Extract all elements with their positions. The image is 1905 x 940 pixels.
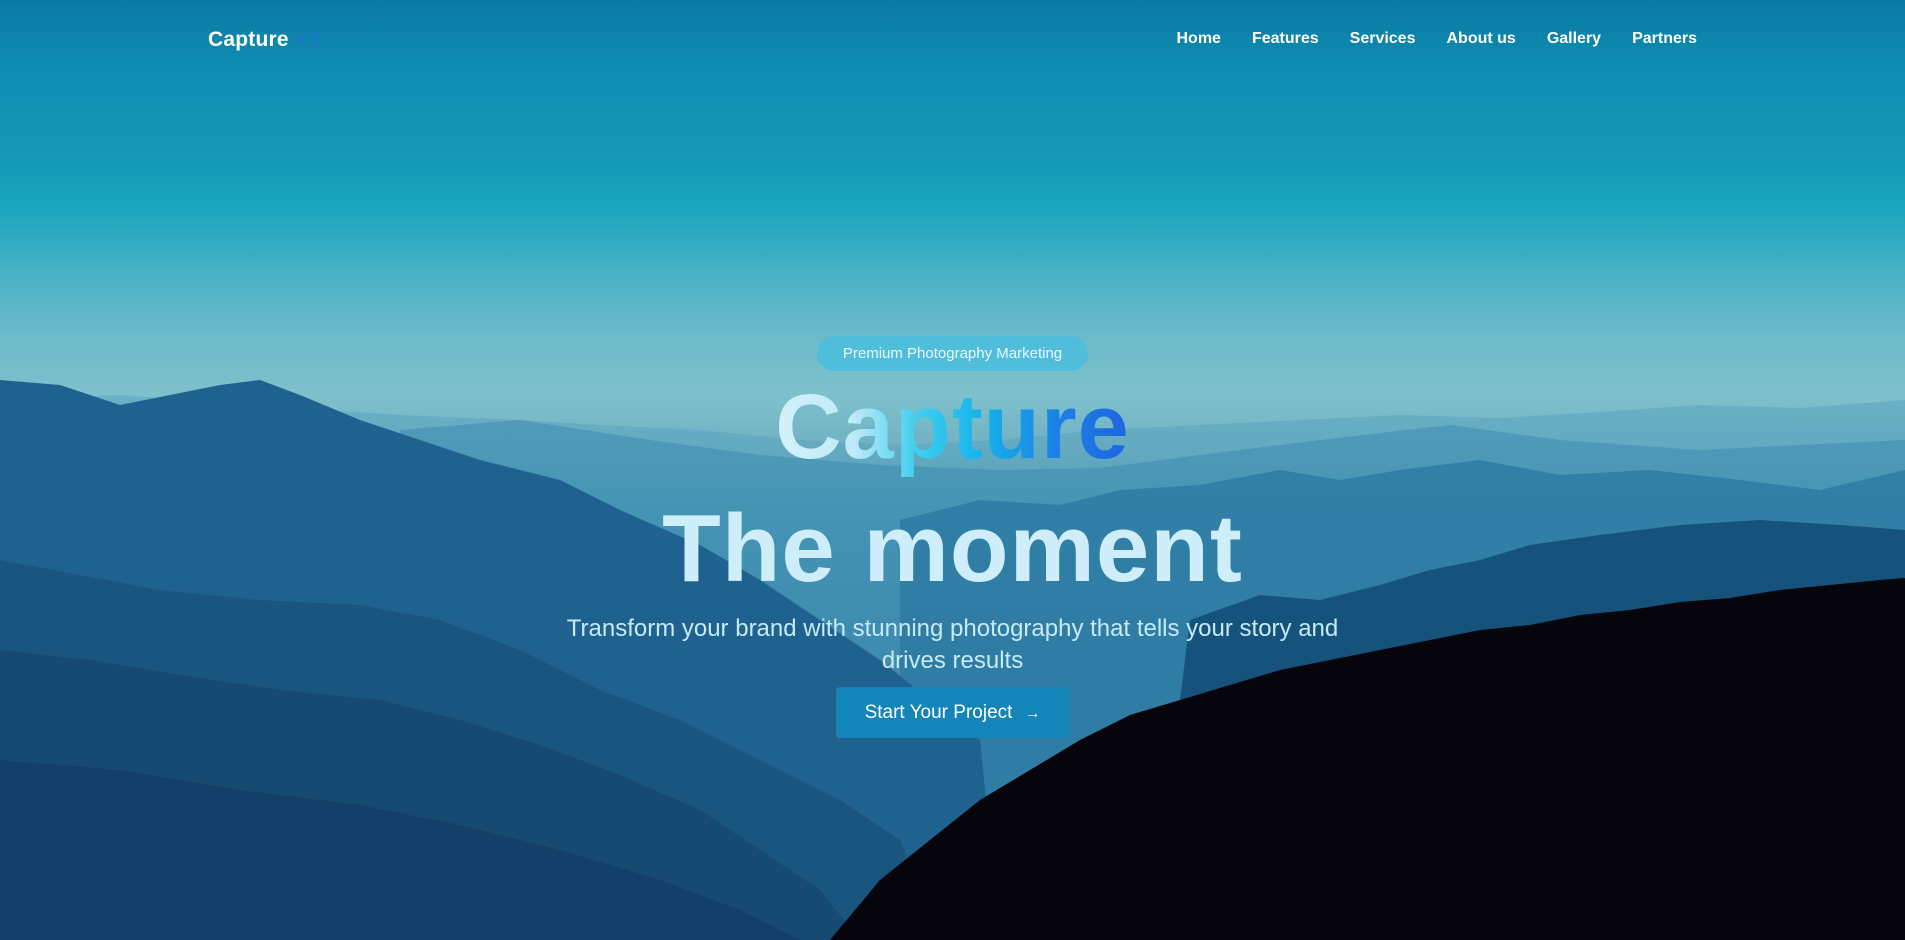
- nav-link-about-us[interactable]: About us: [1446, 30, 1515, 48]
- nav-link-services[interactable]: Services: [1350, 30, 1416, 48]
- nav-link-features[interactable]: Features: [1252, 30, 1319, 48]
- hero-badge: Premium Photography Marketing: [817, 336, 1088, 371]
- landing-page: Capture <3 Home Features Services About u…: [0, 0, 1905, 940]
- start-project-label: Start Your Project: [864, 702, 1013, 723]
- hero-title-primary: Capture: [0, 372, 1905, 482]
- arrow-right-icon: →: [1024, 705, 1041, 722]
- start-project-button[interactable]: Start Your Project →: [836, 687, 1069, 738]
- nav-link-partners[interactable]: Partners: [1632, 30, 1697, 48]
- nav-link-gallery[interactable]: Gallery: [1547, 30, 1601, 48]
- nav-links: Home Features Services About us Gallery …: [1176, 30, 1697, 48]
- hero-subtitle: Transform your brand with stunning photo…: [566, 615, 1339, 674]
- hero-title-secondary: The moment: [662, 495, 1243, 602]
- brand-heart-mark: <3: [294, 28, 320, 51]
- hero-title-capture: Capture: [775, 376, 1130, 478]
- nav-link-home[interactable]: Home: [1176, 30, 1220, 48]
- brand-logo[interactable]: Capture <3: [208, 28, 319, 52]
- brand-name: Capture: [208, 28, 289, 51]
- top-navigation: Capture <3 Home Features Services About u…: [0, 0, 1905, 82]
